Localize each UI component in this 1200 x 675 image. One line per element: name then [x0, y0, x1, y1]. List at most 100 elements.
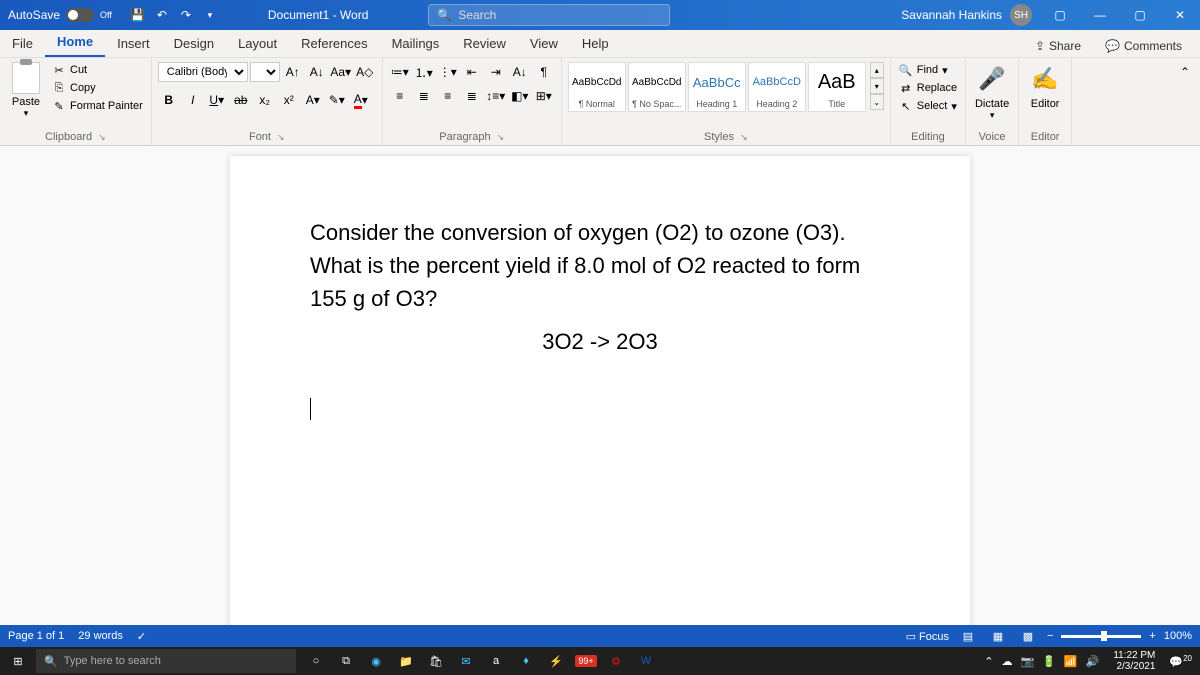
strikethrough-button[interactable]: ab [230, 90, 252, 110]
dropbox-icon[interactable]: ♦ [514, 649, 538, 673]
text-effects-button[interactable]: A▾ [302, 90, 324, 110]
style-heading-1[interactable]: AaBbCcHeading 1 [688, 62, 746, 112]
style-no-spacing[interactable]: AaBbCcDd¶ No Spac... [628, 62, 686, 112]
tab-references[interactable]: References [289, 30, 379, 57]
shrink-font-button[interactable]: A↓ [306, 62, 328, 82]
battery-icon[interactable]: 🔋 [1042, 655, 1056, 668]
styles-launcher[interactable]: ↘ [740, 132, 748, 143]
increase-indent-button[interactable]: ⇥ [485, 62, 507, 82]
decrease-indent-button[interactable]: ⇤ [461, 62, 483, 82]
user-area[interactable]: Savannah Hankins SH [893, 4, 1040, 26]
styles-expand[interactable]: ⌄ [870, 94, 884, 110]
line-spacing-button[interactable]: ↕≡▾ [485, 86, 507, 106]
store-icon[interactable]: 🛍 [424, 649, 448, 673]
clear-formatting-button[interactable]: A◇ [354, 62, 376, 82]
paragraph-launcher[interactable]: ↘ [497, 132, 505, 143]
sort-button[interactable]: A↓ [509, 62, 531, 82]
font-launcher[interactable]: ↘ [277, 132, 285, 143]
volume-icon[interactable]: 🔊 [1086, 655, 1100, 668]
editor-button[interactable]: ✍ Editor [1025, 62, 1065, 110]
task-view-icon[interactable]: ⧉ [334, 649, 358, 673]
tab-file[interactable]: File [0, 30, 45, 57]
bold-button[interactable]: B [158, 90, 180, 110]
clipboard-launcher[interactable]: ↘ [98, 132, 106, 143]
page[interactable]: Consider the conversion of oxygen (O2) t… [230, 156, 970, 625]
copy-button[interactable]: ⎘Copy [50, 80, 145, 96]
save-button[interactable]: 💾 [128, 5, 148, 25]
qat-customize[interactable]: ▾ [200, 5, 220, 25]
collapse-ribbon-button[interactable]: ⌃ [1174, 62, 1196, 82]
paste-button[interactable]: Paste ▾ [6, 62, 46, 119]
undo-button[interactable]: ↶ [152, 5, 172, 25]
tab-layout[interactable]: Layout [226, 30, 289, 57]
tab-mailings[interactable]: Mailings [380, 30, 452, 57]
mail-icon[interactable]: ✉ [454, 649, 478, 673]
tab-design[interactable]: Design [162, 30, 226, 57]
align-right-button[interactable]: ≡ [437, 86, 459, 106]
onedrive-icon[interactable]: ☁ [1002, 655, 1013, 668]
font-name-select[interactable]: Calibri (Body) [158, 62, 248, 82]
settings-icon[interactable]: ⚙ [604, 649, 628, 673]
minimize-button[interactable]: — [1080, 0, 1120, 30]
tray-chevron-icon[interactable]: ⌃ [984, 655, 993, 668]
numbering-button[interactable]: ⒈▾ [413, 62, 435, 82]
justify-button[interactable]: ≣ [461, 86, 483, 106]
spellcheck-icon[interactable]: ✓ [137, 630, 146, 643]
highlight-button[interactable]: ✎▾ [326, 90, 348, 110]
chrome-icon[interactable]: 99+ [574, 649, 598, 673]
replace-button[interactable]: ⇄Replace [897, 80, 959, 96]
explorer-icon[interactable]: 📁 [394, 649, 418, 673]
ribbon-display-options[interactable]: ▢ [1040, 0, 1080, 30]
document-content[interactable]: Consider the conversion of oxygen (O2) t… [310, 216, 890, 429]
document-area[interactable]: Consider the conversion of oxygen (O2) t… [0, 146, 1200, 625]
search-box[interactable]: 🔍 [428, 4, 669, 26]
page-indicator[interactable]: Page 1 of 1 [8, 630, 64, 642]
wifi-icon[interactable]: 📶 [1064, 655, 1078, 668]
style-heading-2[interactable]: AaBbCcDHeading 2 [748, 62, 806, 112]
tab-review[interactable]: Review [451, 30, 518, 57]
print-layout-button[interactable]: ▦ [987, 627, 1009, 645]
zoom-level[interactable]: 100% [1164, 630, 1192, 642]
styles-scroll-down[interactable]: ▾ [870, 78, 884, 94]
amazon-icon[interactable]: a [484, 649, 508, 673]
comments-button[interactable]: 💬Comments [1095, 35, 1192, 57]
focus-mode-button[interactable]: ▭ Focus [906, 630, 949, 643]
web-layout-button[interactable]: ▩ [1017, 627, 1039, 645]
zoom-thumb[interactable] [1101, 631, 1107, 641]
zoom-slider[interactable] [1061, 635, 1141, 638]
borders-button[interactable]: ⊞▾ [533, 86, 555, 106]
underline-button[interactable]: U▾ [206, 90, 228, 110]
align-center-button[interactable]: ≣ [413, 86, 435, 106]
read-mode-button[interactable]: ▤ [957, 627, 979, 645]
clock[interactable]: 11:22 PM 2/3/2021 [1107, 650, 1161, 672]
cut-button[interactable]: ✂Cut [50, 62, 145, 78]
show-marks-button[interactable]: ¶ [533, 62, 555, 82]
format-painter-button[interactable]: ✎Format Painter [50, 98, 145, 114]
tab-view[interactable]: View [518, 30, 570, 57]
autosave-toggle[interactable]: AutoSave Off [0, 8, 120, 22]
dictate-button[interactable]: 🎤 Dictate ▾ [972, 62, 1012, 121]
zoom-out-button[interactable]: − [1047, 630, 1053, 642]
tab-insert[interactable]: Insert [105, 30, 162, 57]
font-color-button[interactable]: A▾ [350, 90, 372, 110]
shading-button[interactable]: ◧▾ [509, 86, 531, 106]
style-title[interactable]: AaBTitle [808, 62, 866, 112]
styles-scroll-up[interactable]: ▴ [870, 62, 884, 78]
cortana-icon[interactable]: ○ [304, 649, 328, 673]
close-button[interactable]: ✕ [1160, 0, 1200, 30]
align-left-button[interactable]: ≡ [389, 86, 411, 106]
bullets-button[interactable]: ≔▾ [389, 62, 411, 82]
app-icon[interactable]: ⚡ [544, 649, 568, 673]
tab-home[interactable]: Home [45, 28, 105, 57]
superscript-button[interactable]: x² [278, 90, 300, 110]
redo-button[interactable]: ↷ [176, 5, 196, 25]
word-count[interactable]: 29 words [78, 630, 123, 642]
action-center-icon[interactable]: 💬20 [1169, 654, 1192, 669]
tab-help[interactable]: Help [570, 30, 621, 57]
zoom-in-button[interactable]: + [1149, 630, 1155, 642]
taskbar-search[interactable]: 🔍 Type here to search [36, 649, 296, 673]
grow-font-button[interactable]: A↑ [282, 62, 304, 82]
italic-button[interactable]: I [182, 90, 204, 110]
multilevel-list-button[interactable]: ⋮▾ [437, 62, 459, 82]
select-button[interactable]: ↖Select ▾ [897, 98, 959, 114]
